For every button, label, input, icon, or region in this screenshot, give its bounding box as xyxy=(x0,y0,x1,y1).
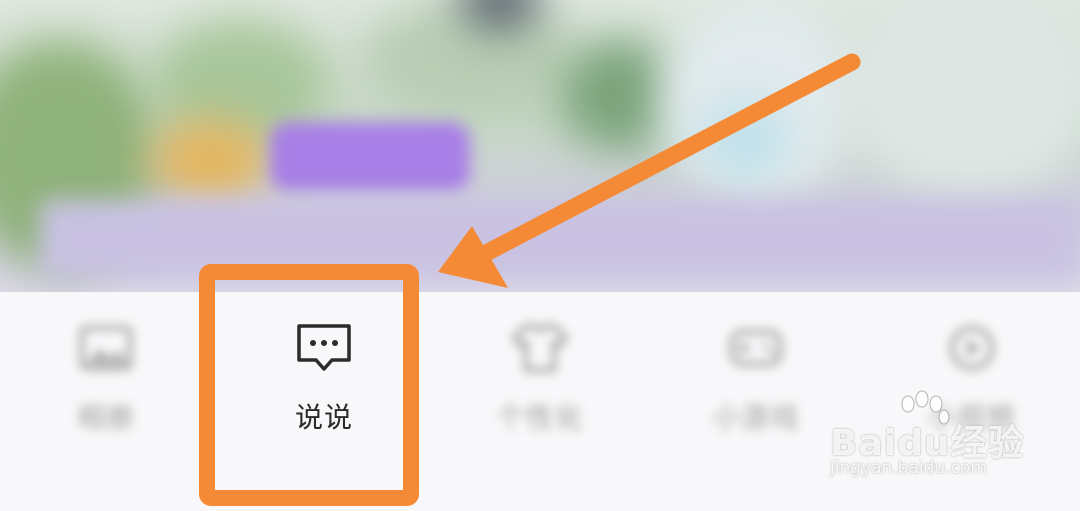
watermark-url: jingyan.baidu.com xyxy=(830,458,987,478)
baidu-watermark: Baidu经验 jingyan.baidu.com xyxy=(830,390,1030,486)
